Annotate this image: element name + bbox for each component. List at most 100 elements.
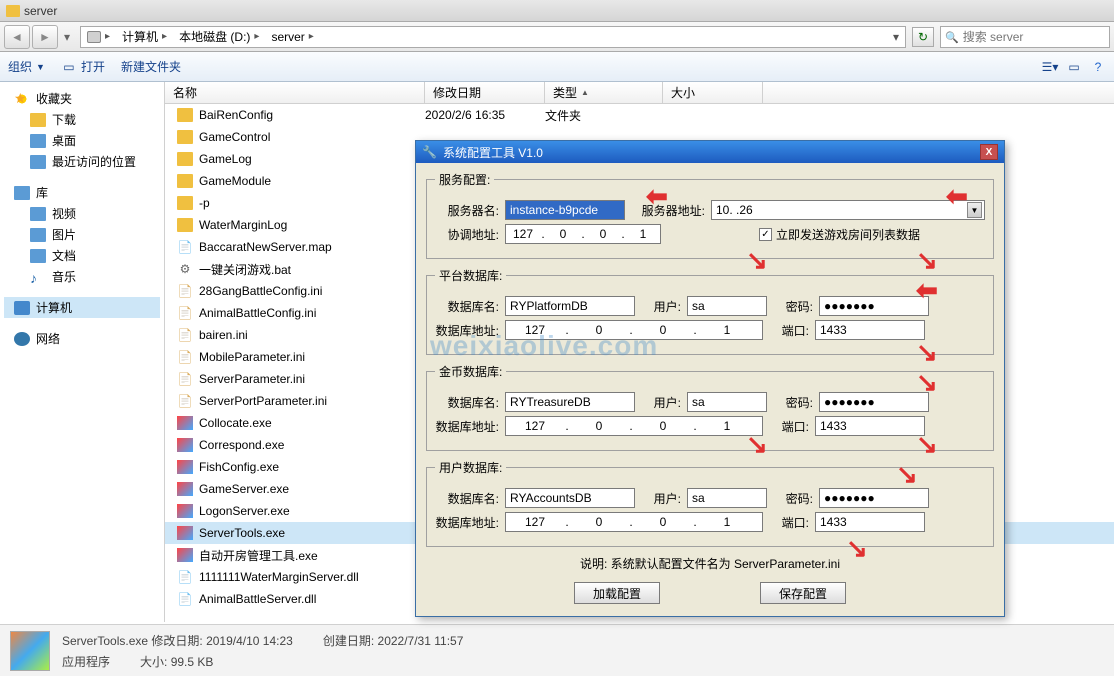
sidebar-documents[interactable]: 文档 xyxy=(4,245,160,266)
help-button[interactable]: ? xyxy=(1090,59,1106,75)
file-icon xyxy=(177,592,193,606)
sidebar-music[interactable]: 音乐 xyxy=(4,266,160,287)
col-type[interactable]: 类型 xyxy=(545,82,663,103)
server-addr-label: 服务器地址: xyxy=(631,202,705,219)
sidebar-pictures[interactable]: 图片 xyxy=(4,224,160,245)
back-button[interactable] xyxy=(4,25,30,49)
file-name: 28GangBattleConfig.ini xyxy=(199,284,322,298)
sidebar-library[interactable]: 库 xyxy=(4,182,160,203)
user-dbname-input[interactable] xyxy=(505,488,635,508)
file-name: 一键关闭游戏.bat xyxy=(199,261,291,278)
close-button[interactable]: X xyxy=(980,144,998,160)
gold-dbname-input[interactable] xyxy=(505,392,635,412)
user-port-input[interactable] xyxy=(815,512,925,532)
dialog-note: 说明: 系统默认配置文件名为 ServerParameter.ini xyxy=(426,555,994,572)
file-name: bairen.ini xyxy=(199,328,248,342)
dialog-titlebar[interactable]: 系统配置工具 V1.0 X xyxy=(416,141,1004,163)
toolbar: 组织 ▼ ▭打开 新建文件夹 ☰▾ ▭ ? xyxy=(0,52,1114,82)
dialog-title: 系统配置工具 V1.0 xyxy=(443,144,543,161)
status-filetype: 应用程序 xyxy=(62,653,110,670)
user-legend: 用户数据库: xyxy=(435,459,506,476)
user-user-input[interactable] xyxy=(687,488,767,508)
file-icon xyxy=(177,262,193,276)
user-label: 用户: xyxy=(641,298,681,315)
platform-legend: 平台数据库: xyxy=(435,267,506,284)
search-icon xyxy=(945,30,959,44)
sidebar-favorites[interactable]: 收藏夹 xyxy=(4,88,160,109)
file-name: ServerPortParameter.ini xyxy=(199,394,327,408)
coord-addr-label: 协调地址: xyxy=(435,226,499,243)
server-name-input[interactable] xyxy=(505,200,625,220)
file-icon xyxy=(177,438,193,452)
file-icon xyxy=(177,416,193,430)
sidebar-desktop[interactable]: 桌面 xyxy=(4,130,160,151)
platform-dbaddr-input[interactable]: 127. 0. 0. 1 xyxy=(505,320,763,340)
gold-dbaddr-input[interactable]: 127. 0. 0. 1 xyxy=(505,416,763,436)
service-legend: 服务配置: xyxy=(435,171,494,188)
checkbox-icon: ✓ xyxy=(759,228,772,241)
file-icon xyxy=(177,196,193,210)
send-roomlist-checkbox[interactable]: ✓ 立即发送游戏房间列表数据 xyxy=(759,226,920,243)
search-box[interactable]: 搜索 server xyxy=(940,26,1110,48)
addr-seg-computer[interactable]: 计算机 xyxy=(122,28,158,45)
address-dropdown[interactable]: ▾ xyxy=(887,30,905,44)
status-bar: ServerTools.exe 修改日期: 2019/4/10 14:23 创建… xyxy=(0,624,1114,676)
column-headers[interactable]: 名称 修改日期 类型 大小 xyxy=(165,82,1114,104)
organize-menu[interactable]: 组织 ▼ xyxy=(8,58,45,75)
file-name: ServerTools.exe xyxy=(199,526,285,540)
file-icon xyxy=(177,218,193,232)
gold-port-input[interactable] xyxy=(815,416,925,436)
open-button[interactable]: ▭打开 xyxy=(61,58,105,75)
save-config-button[interactable]: 保存配置 xyxy=(760,582,846,604)
platform-pwd-input[interactable] xyxy=(819,296,929,316)
sidebar-downloads[interactable]: 下载 xyxy=(4,109,160,130)
file-icon xyxy=(177,240,193,254)
view-mode-button[interactable]: ☰▾ xyxy=(1042,59,1058,75)
gold-pwd-input[interactable] xyxy=(819,392,929,412)
window-title: server xyxy=(24,4,57,18)
gold-user-input[interactable] xyxy=(687,392,767,412)
platform-user-input[interactable] xyxy=(687,296,767,316)
file-row[interactable]: BaiRenConfig2020/2/6 16:35文件夹 xyxy=(165,104,1114,126)
window-titlebar: server xyxy=(0,0,1114,22)
sidebar-computer[interactable]: 计算机 xyxy=(4,297,160,318)
file-name: 1111111WaterMarginServer.dll xyxy=(199,570,359,584)
newfolder-button[interactable]: 新建文件夹 xyxy=(121,58,181,75)
coord-ip-input[interactable]: 127. 0. 0. 1 xyxy=(505,224,661,244)
file-icon xyxy=(177,284,193,298)
sidebar-videos[interactable]: 视频 xyxy=(4,203,160,224)
sidebar-network[interactable]: 网络 xyxy=(4,328,160,349)
file-name: AnimalBattleServer.dll xyxy=(199,592,316,606)
platform-dbname-input[interactable] xyxy=(505,296,635,316)
col-date[interactable]: 修改日期 xyxy=(425,82,545,103)
preview-pane-button[interactable]: ▭ xyxy=(1066,59,1082,75)
file-name: GameModule xyxy=(199,174,271,188)
platform-port-input[interactable] xyxy=(815,320,925,340)
recent-icon xyxy=(30,155,46,169)
chevron-down-icon[interactable]: ▼ xyxy=(967,202,982,218)
forward-button[interactable] xyxy=(32,25,58,49)
file-icon xyxy=(177,394,193,408)
file-icon xyxy=(177,526,193,540)
load-config-button[interactable]: 加载配置 xyxy=(574,582,660,604)
col-name[interactable]: 名称 xyxy=(165,82,425,103)
file-name: BaiRenConfig xyxy=(199,108,273,122)
file-icon xyxy=(177,108,193,122)
addr-seg-folder[interactable]: server xyxy=(271,30,304,44)
file-date: 2020/2/6 16:35 xyxy=(425,108,545,122)
file-icon xyxy=(177,548,193,562)
refresh-button[interactable]: ↻ xyxy=(912,27,934,47)
user-dbaddr-input[interactable]: 127. 0. 0. 1 xyxy=(505,512,763,532)
history-dropdown[interactable]: ▾ xyxy=(60,25,74,49)
network-icon xyxy=(14,332,30,346)
address-bar[interactable]: ▸ 计算机▸ 本地磁盘 (D:)▸ server▸ ▾ xyxy=(80,26,906,48)
file-name: Collocate.exe xyxy=(199,416,272,430)
addr-seg-drive[interactable]: 本地磁盘 (D:) xyxy=(179,28,250,45)
server-addr-combo[interactable]: 10. .26 ▼ xyxy=(711,200,985,220)
user-pwd-input[interactable] xyxy=(819,488,929,508)
col-size[interactable]: 大小 xyxy=(663,82,763,103)
sidebar-recent[interactable]: 最近访问的位置 xyxy=(4,151,160,172)
file-name: GameControl xyxy=(199,130,270,144)
file-name: Correspond.exe xyxy=(199,438,284,452)
file-name: ServerParameter.ini xyxy=(199,372,305,386)
